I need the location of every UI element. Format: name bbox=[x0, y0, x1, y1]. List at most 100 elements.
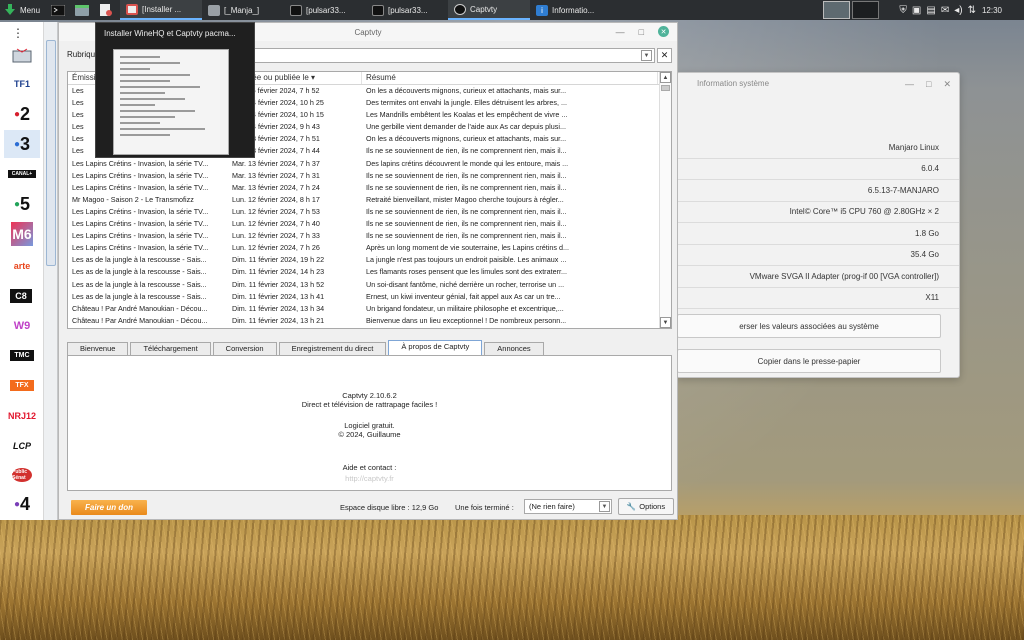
maximize-icon[interactable]: □ bbox=[639, 27, 644, 37]
scroll-up-icon[interactable]: ▲ bbox=[660, 72, 671, 83]
table-row[interactable]: Mr Magoo - Saison 2 - Le Transmofizz Lun.… bbox=[68, 194, 671, 206]
cell-emission: Les as de la jungle à la rescousse - Sai… bbox=[72, 255, 207, 265]
table-row[interactable]: Les Lapins Crétins - Invasion, la série … bbox=[68, 230, 671, 242]
channel-lcp[interactable]: LCP bbox=[4, 434, 40, 458]
channel-w9[interactable]: W9 bbox=[4, 314, 40, 338]
table-row[interactable]: Les as de la jungle à la rescousse - Sai… bbox=[68, 279, 671, 291]
table-row[interactable]: Château ! Par André Manoukian - Décou...… bbox=[68, 303, 671, 315]
channel-scrollbar[interactable] bbox=[46, 40, 56, 266]
clear-rubrique-button[interactable]: ✕ bbox=[657, 48, 672, 63]
tab-conversion[interactable]: Conversion bbox=[212, 342, 277, 355]
file-manager-launcher-icon[interactable] bbox=[72, 2, 92, 18]
cell-date: Lun. 12 février 2024, 7 h 40 bbox=[232, 219, 320, 229]
image-icon[interactable]: ▣ bbox=[912, 5, 921, 16]
menu-label: Menu bbox=[20, 5, 41, 15]
about-panel: Captvty 2.10.6.2 Direct et télévision de… bbox=[67, 355, 672, 491]
when-done-select[interactable]: (Ne rien faire) ▼ bbox=[524, 499, 612, 514]
version-text: Captvty 2.10.6.2 bbox=[342, 391, 397, 400]
clock[interactable]: 12:30 bbox=[982, 6, 1002, 15]
more-icon[interactable]: ⋮ bbox=[12, 26, 24, 40]
donate-button[interactable]: Faire un don bbox=[71, 500, 147, 515]
network-icon[interactable]: ⇅ bbox=[968, 5, 976, 16]
channel-tmc[interactable]: TMC bbox=[10, 350, 34, 361]
cell-resume: On les a découverts mignons, curieux et … bbox=[366, 86, 567, 95]
list-scrollbar[interactable]: ▲ ▼ bbox=[659, 72, 671, 328]
window-thumbnail[interactable] bbox=[113, 49, 229, 155]
table-row[interactable]: Les Lapins Crétins - Invasion, la série … bbox=[68, 158, 671, 170]
close-icon[interactable]: ✕ bbox=[658, 26, 669, 37]
table-row[interactable]: Château ! Par André Manoukian - Décou...… bbox=[68, 315, 671, 327]
maximize-icon[interactable]: □ bbox=[926, 79, 931, 90]
chevron-down-icon: ▼ bbox=[599, 501, 610, 512]
table-row[interactable]: Les as de la jungle à la rescousse - Sai… bbox=[68, 291, 671, 303]
minimize-icon[interactable]: — bbox=[905, 79, 914, 90]
table-row[interactable]: Les as de la jungle à la rescousse - Sai… bbox=[68, 266, 671, 278]
table-row[interactable]: Les Lapins Crétins - Invasion, la série … bbox=[68, 218, 671, 230]
reset-values-button[interactable]: erser les valeurs associées au système bbox=[677, 314, 941, 338]
website-link[interactable]: http://captvty.fr bbox=[68, 474, 671, 483]
channel-public-senat[interactable]: Public Sénat bbox=[12, 468, 32, 482]
copy-to-clipboard-button[interactable]: Copier dans le presse-papier bbox=[677, 349, 941, 373]
document-icon bbox=[126, 3, 139, 15]
channel-france4[interactable]: ● 4 bbox=[4, 492, 40, 516]
channel-canal-plus[interactable]: CANAL+ bbox=[8, 170, 36, 178]
column-resume[interactable]: Résumé bbox=[362, 72, 658, 84]
table-row[interactable]: Les as de la jungle à la rescousse - Sai… bbox=[68, 254, 671, 266]
cell-date: Dim. 11 février 2024, 13 h 52 bbox=[232, 279, 325, 289]
table-row[interactable]: Les Lapins Crétins - Invasion, la série … bbox=[68, 182, 671, 194]
cell-resume: Ils ne se souviennent de rien, ils ne co… bbox=[366, 182, 567, 192]
shield-icon[interactable]: ⛨ bbox=[899, 5, 907, 16]
workspace-2[interactable] bbox=[852, 1, 880, 19]
volume-icon[interactable]: ◂) bbox=[954, 5, 962, 16]
channel-arte[interactable]: arte bbox=[4, 254, 40, 278]
taskbar-item-pulsar-2[interactable]: [pulsar33... bbox=[366, 0, 448, 20]
clipboard-icon[interactable]: ▤ bbox=[926, 5, 935, 16]
scroll-down-icon[interactable]: ▼ bbox=[660, 317, 671, 328]
taskbar-item-manja[interactable]: [_Manja_] bbox=[202, 0, 284, 20]
taskbar-item-captvty[interactable]: Captvty bbox=[448, 0, 531, 20]
table-row[interactable]: Les Lapins Crétins - Invasion, la série … bbox=[68, 170, 671, 182]
window-preview-tooltip: Installer WineHQ et Captvty pacma... bbox=[95, 22, 255, 158]
cell-resume: Ils ne se souviennent de rien, ils ne co… bbox=[366, 206, 567, 216]
tab-bienvenue[interactable]: Bienvenue bbox=[67, 342, 129, 355]
scroll-thumb[interactable] bbox=[661, 85, 670, 91]
options-button[interactable]: 🔧 Options bbox=[618, 498, 674, 515]
all-channels-icon[interactable] bbox=[4, 44, 40, 68]
table-row[interactable]: Les Lapins Crétins - Invasion, la série … bbox=[68, 206, 671, 218]
channel-tfx[interactable]: TFX bbox=[10, 380, 34, 391]
channel-nrj12[interactable]: NRJ12 bbox=[4, 404, 40, 428]
channel-tf1[interactable]: TF1 bbox=[4, 72, 40, 96]
cell-emission: Les as de la jungle à la rescousse - Sai… bbox=[72, 291, 207, 301]
channel-france2[interactable]: ● 2 bbox=[4, 102, 40, 126]
taskbar-item-installer[interactable]: [Installer ... bbox=[120, 0, 203, 20]
folder-icon bbox=[208, 4, 221, 16]
channel-france5[interactable]: ● 5 bbox=[4, 192, 40, 216]
channel-m6[interactable]: M6 bbox=[11, 222, 33, 246]
tab-annonces[interactable]: Annonces bbox=[484, 342, 544, 355]
channel-c8[interactable]: C8 bbox=[10, 289, 32, 303]
taskbar-item-label: Informatio... bbox=[552, 5, 595, 15]
channel-france3[interactable]: ● 3 bbox=[4, 130, 40, 158]
text-editor-launcher-icon[interactable] bbox=[96, 2, 116, 18]
workspace-1[interactable] bbox=[823, 1, 851, 19]
wallpaper-grass bbox=[0, 515, 1024, 640]
taskbar-item-information[interactable]: i Informatio... bbox=[530, 0, 612, 20]
cell-emission: Château ! Par André Manoukian - Décou... bbox=[72, 303, 208, 313]
minimize-icon[interactable]: — bbox=[616, 27, 625, 37]
mail-icon[interactable]: ✉ bbox=[941, 5, 949, 16]
system-info-window: Information système — □ ✕ Manjaro Linux … bbox=[676, 72, 960, 378]
table-row[interactable]: Les Lapins Crétins - Invasion, la série … bbox=[68, 242, 671, 254]
terminal-launcher-icon[interactable] bbox=[48, 2, 68, 18]
os-version-value: 6.0.4 bbox=[677, 159, 959, 180]
tab-a-propos[interactable]: À propos de Captvty bbox=[388, 340, 483, 355]
cell-emission: Château ! Par André Manoukian - Décou... bbox=[72, 315, 208, 325]
download-arrow-icon bbox=[5, 4, 15, 15]
tab-telechargement[interactable]: Téléchargement bbox=[130, 342, 211, 355]
cell-emission: Les Lapins Crétins - Invasion, la série … bbox=[72, 158, 209, 168]
tab-enregistrement[interactable]: Enregistrement du direct bbox=[278, 342, 387, 355]
taskbar-item-pulsar-1[interactable]: [pulsar33... bbox=[284, 0, 366, 20]
channel-label: 3 bbox=[20, 133, 31, 154]
graphics-value: VMware SVGA II Adapter (prog-if 00 [VGA … bbox=[677, 266, 959, 288]
close-icon[interactable]: ✕ bbox=[943, 79, 951, 90]
menu-button[interactable]: Menu bbox=[0, 0, 48, 20]
